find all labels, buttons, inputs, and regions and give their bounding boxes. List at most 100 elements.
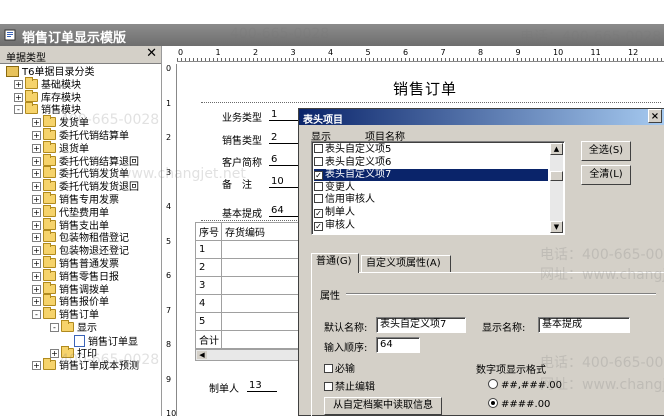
field-label-remark[interactable]: 备 注 [222, 176, 252, 191]
folder-icon [43, 115, 56, 128]
readonly-checkbox[interactable] [324, 382, 333, 391]
expand-icon[interactable]: + [32, 284, 41, 294]
field-value-sales-type[interactable]: 2 [269, 132, 299, 144]
line-items-grid[interactable]: 序号 存货编码 1 2 3 4 5 合计 [195, 222, 315, 349]
checkbox-checked[interactable]: ✓ [314, 171, 323, 181]
tree-item[interactable]: + 销售订单成本预测 [32, 358, 139, 374]
expand-icon[interactable]: + [32, 259, 41, 268]
read-from-archive-button[interactable]: 从自定档案中读取信息 [324, 397, 442, 415]
header-items-list[interactable]: 表头自定义项5 表头自定义项6 ✓ 表头自定义项7 变更人 信用审核人 ✓ 制单人 ✓ 审核人 ▲… [311, 141, 565, 235]
list-item[interactable]: 表头自定义项6 [314, 156, 548, 169]
field-value-base-commission[interactable]: 64 [269, 205, 299, 217]
number-format-radio-2[interactable] [488, 398, 498, 408]
list-item[interactable]: ✓ 审核人 [314, 220, 548, 232]
expand-icon[interactable]: + [50, 348, 59, 358]
expand-icon[interactable]: + [32, 233, 41, 243]
collapse-icon[interactable]: - [50, 323, 59, 332]
field-label-base-commission[interactable]: 基本提成 [222, 205, 262, 220]
expand-icon[interactable]: + [32, 246, 41, 256]
input-order-label: 输入顺序: [324, 343, 368, 354]
expand-icon[interactable]: + [32, 207, 41, 217]
number-format-label-2: ####.00 [501, 399, 551, 410]
field-label-sales-type[interactable]: 销售类型 [222, 132, 262, 147]
grid-header-seq[interactable]: 序号 [195, 222, 222, 241]
list-item[interactable]: ✓ 制单人 [314, 207, 548, 219]
field-label-business-type[interactable]: 业务类型 [222, 109, 262, 124]
grid-horizontal-scrollbar[interactable]: ◀ [195, 349, 315, 361]
expand-icon[interactable]: + [32, 361, 41, 371]
field-value-customer[interactable]: 6 [269, 154, 299, 166]
folder-icon [43, 307, 56, 320]
list-item[interactable]: 信用审核人 [314, 194, 548, 206]
list-item[interactable]: 变更人 [314, 181, 548, 194]
scroll-thumb[interactable] [550, 171, 563, 181]
clear-all-button[interactable]: 全清(L) [581, 165, 631, 185]
required-checkbox[interactable] [324, 364, 333, 373]
tab-general[interactable]: 普通(G) [311, 253, 359, 273]
field-label-customer[interactable]: 客户简称 [222, 154, 262, 169]
ruler-tick-label: 5 [166, 236, 172, 246]
folder-icon [43, 128, 56, 140]
horizontal-ruler: 012345678910111213 [177, 48, 664, 62]
expand-icon[interactable]: + [32, 297, 41, 307]
display-name-label: 显示名称: [482, 323, 526, 334]
list-item[interactable]: ✓ 表头自定义项7 [314, 169, 548, 182]
window-title: 销售订单显示模版 [22, 31, 127, 46]
checkbox-checked[interactable]: ✓ [314, 209, 323, 218]
select-all-button[interactable]: 全选(S) [581, 141, 631, 161]
field-value-business-type[interactable]: 1 [269, 109, 299, 121]
grid-row-number: 4 [195, 294, 222, 313]
table-row: 2 [195, 258, 315, 277]
checkbox-unchecked[interactable] [314, 156, 323, 166]
checkbox-unchecked[interactable] [314, 194, 323, 204]
tree-item-label: 基础模块 [41, 79, 81, 91]
header-divider [201, 102, 661, 103]
display-name-field[interactable]: 基本提成 [538, 317, 630, 333]
readonly-checkbox-row[interactable]: 禁止编辑 [324, 378, 375, 393]
tree-item-label: 销售订单成本预测 [59, 361, 139, 373]
folder-icon [43, 243, 56, 256]
ruler-tick-label: 6 [166, 271, 172, 280]
tree-item-label: 销售零售日报 [59, 271, 119, 283]
number-format-option-2[interactable]: ####.00 [488, 398, 550, 410]
expand-icon[interactable]: + [32, 182, 41, 192]
input-order-field[interactable]: 64 [376, 337, 420, 353]
collapse-icon[interactable]: - [32, 310, 41, 320]
expand-icon[interactable]: + [32, 131, 41, 140]
field-value-remark[interactable]: 10 [269, 176, 299, 188]
tree-item-label: 包装物退还登记 [59, 246, 129, 258]
list-item[interactable]: 表头自定义项5 [314, 144, 548, 156]
tab-custom-item-properties[interactable]: 自定义项属性(A) [361, 255, 451, 273]
expand-icon[interactable]: + [32, 220, 41, 230]
checkbox-unchecked[interactable] [314, 181, 323, 191]
field-label-creator[interactable]: 制单人 [209, 380, 239, 395]
collapse-icon[interactable]: - [14, 105, 23, 115]
expand-icon[interactable]: + [32, 195, 41, 204]
dialog-close-icon[interactable]: × [648, 109, 662, 123]
scroll-up-arrow-icon[interactable]: ▲ [550, 143, 563, 155]
expand-icon[interactable]: + [32, 169, 41, 179]
scroll-down-arrow-icon[interactable]: ▼ [550, 221, 563, 233]
number-format-radio-1[interactable] [488, 379, 498, 389]
expand-icon[interactable]: + [32, 271, 41, 281]
folder-icon [25, 102, 38, 115]
number-format-option-1[interactable]: ##,###.00 [488, 379, 562, 391]
expand-icon[interactable]: + [32, 156, 41, 166]
list-vertical-scrollbar[interactable]: ▲ ▼ [550, 143, 563, 233]
dialog-title-bar[interactable]: 表头项目 × [299, 109, 664, 126]
expand-icon[interactable]: + [14, 79, 23, 89]
list-item-label: 表头自定义项7 [325, 169, 392, 181]
field-value-creator[interactable]: 13 [247, 380, 277, 392]
scroll-left-arrow-icon[interactable]: ◀ [197, 351, 207, 359]
document-title[interactable]: 销售订单 [393, 78, 457, 99]
checkbox-checked[interactable]: ✓ [314, 221, 323, 231]
table-row: 4 [195, 294, 315, 313]
close-icon[interactable]: ✕ [146, 46, 157, 61]
expand-icon[interactable]: + [32, 143, 41, 153]
checkbox-unchecked[interactable] [314, 144, 323, 153]
ruler-tick-label: 6 [402, 48, 410, 57]
expand-icon[interactable]: + [14, 92, 23, 102]
list-item-label: 表头自定义项5 [325, 144, 392, 155]
required-checkbox-row[interactable]: 必输 [324, 360, 355, 375]
expand-icon[interactable]: + [32, 118, 41, 128]
